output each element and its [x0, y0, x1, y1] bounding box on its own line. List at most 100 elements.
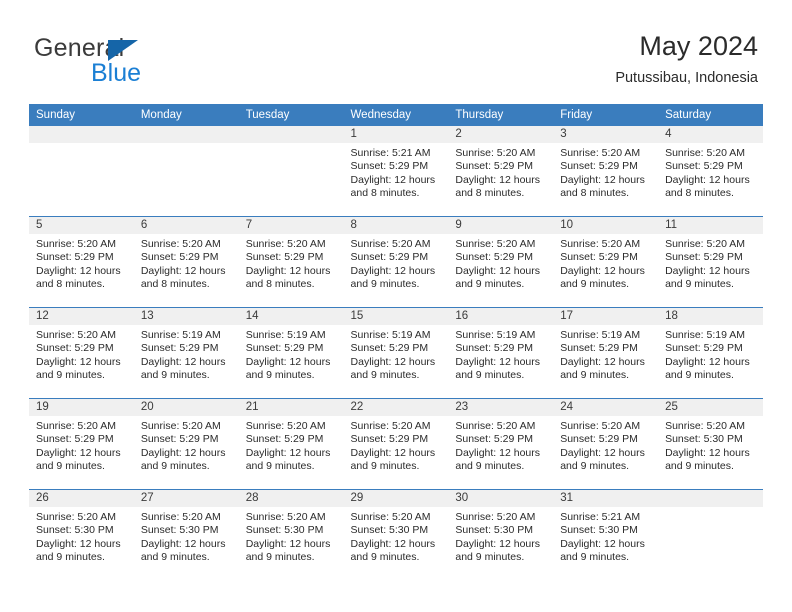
- calendar-day-cell[interactable]: 15 Sunrise: 5:19 AM Sunset: 5:29 PM Dayligh…: [343, 307, 449, 399]
- calendar-day-cell[interactable]: 16 Sunrise: 5:19 AM Sunset: 5:29 PM Dayligh…: [448, 307, 554, 399]
- day-details: Sunrise: 5:20 AM Sunset: 5:29 PM Daylight:…: [448, 234, 553, 292]
- calendar-day-cell[interactable]: 25 Sunrise: 5:20 AM Sunset: 5:30 PM Dayligh…: [658, 398, 763, 490]
- day-details: Sunrise: 5:20 AM Sunset: 5:29 PM Daylight:…: [29, 234, 134, 292]
- daylight-text-line1: Daylight: 12 hours: [560, 446, 645, 459]
- calendar-week-row: 12 Sunrise: 5:20 AM Sunset: 5:29 PM Dayligh…: [29, 307, 763, 399]
- calendar-day-cell[interactable]: 19 Sunrise: 5:20 AM Sunset: 5:29 PM Dayligh…: [29, 398, 134, 490]
- sunset-text: Sunset: 5:29 PM: [455, 433, 534, 446]
- daylight-text-line1: Daylight: 12 hours: [455, 355, 541, 368]
- daylight-text-line1: Daylight: 12 hours: [455, 264, 541, 277]
- sunrise-text: Sunrise: 5:19 AM: [140, 329, 221, 341]
- general-blue-logo[interactable]: General Blue: [34, 36, 214, 92]
- daylight-text-line1: Daylight: 12 hours: [36, 537, 121, 550]
- calendar-day-cell[interactable]: 20 Sunrise: 5:20 AM Sunset: 5:29 PM Dayligh…: [133, 398, 239, 490]
- sunrise-text: Sunrise: 5:20 AM: [350, 238, 431, 250]
- daylight-text-line1: Daylight: 12 hours: [560, 537, 645, 550]
- day-number: 3: [553, 126, 659, 143]
- sunrise-text: Sunrise: 5:21 AM: [560, 511, 641, 523]
- daylight-text-line2: and 9 minutes.: [350, 551, 420, 564]
- sunset-text: Sunset: 5:29 PM: [560, 433, 638, 446]
- calendar-day-cell[interactable]: 13 Sunrise: 5:19 AM Sunset: 5:29 PM Dayligh…: [133, 307, 239, 399]
- calendar-day-cell[interactable]: 30 Sunrise: 5:20 AM Sunset: 5:30 PM Dayligh…: [448, 489, 554, 580]
- daylight-text-line1: Daylight: 12 hours: [665, 173, 750, 186]
- weekday-header-friday: Friday: [553, 104, 659, 126]
- calendar-day-cell[interactable]: 10 Sunrise: 5:20 AM Sunset: 5:29 PM Dayligh…: [553, 216, 659, 308]
- calendar-day-cell[interactable]: 29 Sunrise: 5:20 AM Sunset: 5:30 PM Dayligh…: [343, 489, 449, 580]
- calendar-day-cell[interactable]: 1 Sunrise: 5:21 AM Sunset: 5:29 PM Daylight…: [343, 126, 449, 217]
- day-number: 15: [343, 308, 449, 325]
- calendar-day-cell[interactable]: 11 Sunrise: 5:20 AM Sunset: 5:29 PM Dayligh…: [658, 216, 763, 308]
- calendar-day-cell[interactable]: 2 Sunrise: 5:20 AM Sunset: 5:29 PM Daylight…: [448, 126, 554, 217]
- calendar-day-cell[interactable]: 6 Sunrise: 5:20 AM Sunset: 5:29 PM Daylight…: [133, 216, 239, 308]
- sunrise-text: Sunrise: 5:20 AM: [560, 238, 641, 250]
- day-details: [29, 143, 134, 147]
- daylight-text-line1: Daylight: 12 hours: [560, 173, 645, 186]
- day-details: Sunrise: 5:20 AM Sunset: 5:29 PM Daylight:…: [553, 234, 658, 292]
- day-number: 28: [238, 490, 344, 507]
- daylight-text-line2: and 9 minutes.: [140, 460, 210, 473]
- day-details: Sunrise: 5:20 AM Sunset: 5:29 PM Daylight:…: [553, 416, 658, 474]
- daylight-text-line1: Daylight: 12 hours: [350, 446, 436, 459]
- calendar-day-cell[interactable]: 21 Sunrise: 5:20 AM Sunset: 5:29 PM Dayligh…: [238, 398, 344, 490]
- calendar-day-cell[interactable]: 31 Sunrise: 5:21 AM Sunset: 5:30 PM Dayligh…: [553, 489, 659, 580]
- daylight-text-line1: Daylight: 12 hours: [350, 355, 436, 368]
- daylight-text-line2: and 9 minutes.: [665, 278, 734, 291]
- daylight-text-line1: Daylight: 12 hours: [350, 264, 436, 277]
- day-details: Sunrise: 5:20 AM Sunset: 5:29 PM Daylight:…: [344, 416, 449, 474]
- calendar-day-cell[interactable]: 12 Sunrise: 5:20 AM Sunset: 5:29 PM Dayligh…: [29, 307, 134, 399]
- day-number: 6: [133, 217, 239, 234]
- calendar-day-cell[interactable]: 28 Sunrise: 5:20 AM Sunset: 5:30 PM Dayligh…: [238, 489, 344, 580]
- calendar-day-cell[interactable]: 8 Sunrise: 5:20 AM Sunset: 5:29 PM Daylight…: [343, 216, 449, 308]
- day-details: Sunrise: 5:19 AM Sunset: 5:29 PM Daylight:…: [553, 325, 658, 383]
- daylight-text-line1: Daylight: 12 hours: [350, 173, 436, 186]
- calendar-day-cell-empty: [658, 489, 763, 580]
- sunrise-text: Sunrise: 5:20 AM: [560, 147, 641, 159]
- daylight-text-line2: and 8 minutes.: [350, 187, 420, 200]
- day-number: 24: [553, 399, 659, 416]
- month-calendar: Sunday Monday Tuesday Wednesday Thursday…: [29, 104, 763, 580]
- day-details: Sunrise: 5:20 AM Sunset: 5:29 PM Daylight:…: [239, 416, 344, 474]
- day-details: Sunrise: 5:21 AM Sunset: 5:29 PM Daylight:…: [344, 143, 449, 201]
- day-details: Sunrise: 5:19 AM Sunset: 5:29 PM Daylight:…: [239, 325, 344, 383]
- daylight-text-line1: Daylight: 12 hours: [455, 537, 541, 550]
- day-number: 18: [658, 308, 763, 325]
- day-details: Sunrise: 5:20 AM Sunset: 5:29 PM Daylight:…: [134, 416, 239, 474]
- daylight-text-line2: and 9 minutes.: [560, 369, 630, 382]
- daylight-text-line2: and 9 minutes.: [560, 551, 630, 564]
- day-number: 1: [343, 126, 449, 143]
- calendar-day-cell[interactable]: 24 Sunrise: 5:20 AM Sunset: 5:29 PM Dayligh…: [553, 398, 659, 490]
- daylight-text-line1: Daylight: 12 hours: [455, 173, 541, 186]
- sunrise-text: Sunrise: 5:20 AM: [350, 511, 431, 523]
- calendar-day-cell[interactable]: 4 Sunrise: 5:20 AM Sunset: 5:29 PM Daylight…: [658, 126, 763, 217]
- day-number: 23: [448, 399, 554, 416]
- calendar-day-cell[interactable]: 18 Sunrise: 5:19 AM Sunset: 5:29 PM Dayligh…: [658, 307, 763, 399]
- calendar-day-cell[interactable]: 23 Sunrise: 5:20 AM Sunset: 5:29 PM Dayligh…: [448, 398, 554, 490]
- calendar-day-cell[interactable]: 3 Sunrise: 5:20 AM Sunset: 5:29 PM Daylight…: [553, 126, 659, 217]
- sunrise-text: Sunrise: 5:20 AM: [245, 238, 326, 250]
- day-details: Sunrise: 5:19 AM Sunset: 5:29 PM Daylight:…: [658, 325, 763, 383]
- day-details: Sunrise: 5:19 AM Sunset: 5:29 PM Daylight:…: [344, 325, 449, 383]
- sunrise-text: Sunrise: 5:20 AM: [665, 420, 746, 432]
- sunrise-text: Sunrise: 5:19 AM: [455, 329, 536, 341]
- day-details: Sunrise: 5:20 AM Sunset: 5:29 PM Daylight:…: [344, 234, 449, 292]
- calendar-day-cell[interactable]: 27 Sunrise: 5:20 AM Sunset: 5:30 PM Dayligh…: [133, 489, 239, 580]
- day-number: 20: [133, 399, 239, 416]
- calendar-day-cell[interactable]: 7 Sunrise: 5:20 AM Sunset: 5:29 PM Daylight…: [238, 216, 344, 308]
- weekday-header-saturday: Saturday: [658, 104, 763, 126]
- sunrise-text: Sunrise: 5:19 AM: [560, 329, 641, 341]
- page-title: May 2024: [639, 31, 758, 61]
- sunset-text: Sunset: 5:29 PM: [36, 251, 114, 264]
- calendar-day-cell[interactable]: 26 Sunrise: 5:20 AM Sunset: 5:30 PM Dayligh…: [29, 489, 134, 580]
- sunset-text: Sunset: 5:29 PM: [455, 160, 534, 173]
- daylight-text-line1: Daylight: 12 hours: [140, 355, 226, 368]
- calendar-day-cell[interactable]: 14 Sunrise: 5:19 AM Sunset: 5:29 PM Dayligh…: [238, 307, 344, 399]
- day-details: Sunrise: 5:19 AM Sunset: 5:29 PM Daylight:…: [448, 325, 553, 383]
- daylight-text-line2: and 9 minutes.: [140, 369, 210, 382]
- calendar-day-cell[interactable]: 9 Sunrise: 5:20 AM Sunset: 5:29 PM Daylight…: [448, 216, 554, 308]
- calendar-day-cell[interactable]: 17 Sunrise: 5:19 AM Sunset: 5:29 PM Dayligh…: [553, 307, 659, 399]
- calendar-day-cell[interactable]: 5 Sunrise: 5:20 AM Sunset: 5:29 PM Daylight…: [29, 216, 134, 308]
- calendar-day-cell[interactable]: 22 Sunrise: 5:20 AM Sunset: 5:29 PM Dayligh…: [343, 398, 449, 490]
- daylight-text-line2: and 9 minutes.: [245, 369, 315, 382]
- sunset-text: Sunset: 5:29 PM: [36, 433, 114, 446]
- day-number: [658, 490, 763, 507]
